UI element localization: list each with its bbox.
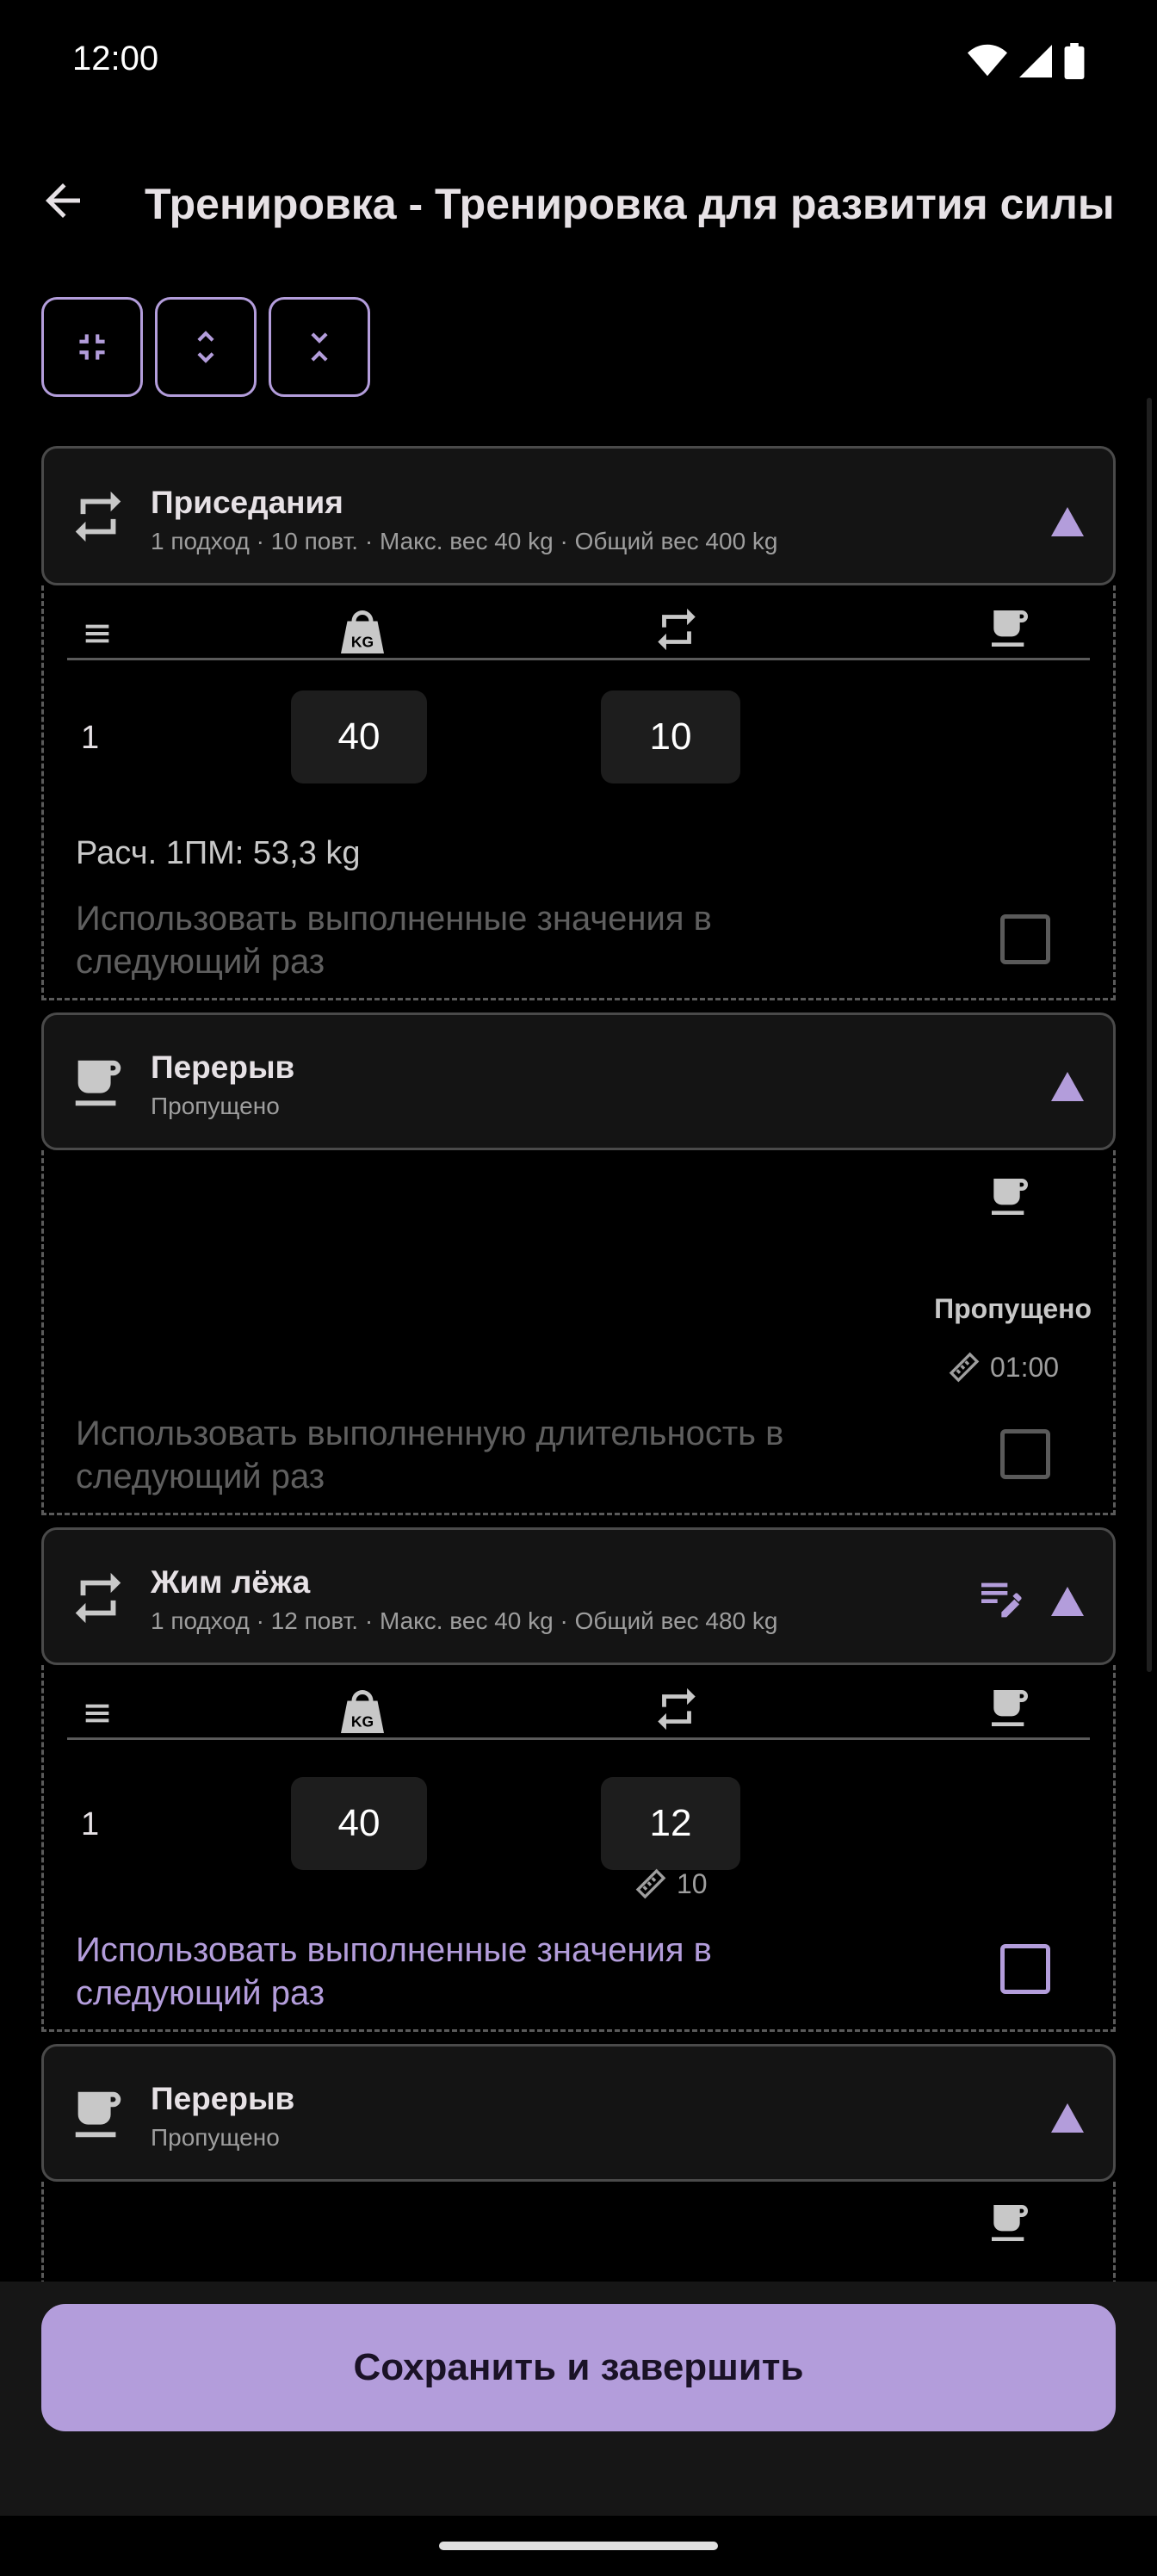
break-status: Пропущено (151, 2124, 280, 2151)
coffee-icon (992, 2205, 1028, 2241)
break-name: Перерыв (151, 2081, 295, 2116)
break-detail-status: Пропущено (934, 1293, 1092, 1324)
exercise-name: Жим лёжа (151, 1564, 311, 1600)
exercise-card-bench-press[interactable]: Жим лёжа 1 подход · 12 повт. · Макс. вес… (41, 1527, 1116, 1665)
weight-input[interactable]: 40 (291, 690, 427, 783)
unfold-less-icon (311, 332, 328, 362)
table-header-divider (67, 1737, 1090, 1740)
back-button[interactable] (26, 164, 100, 238)
exercise-summary: 1 подход · 12 повт. · Макс. вес 40 kg · … (151, 1607, 778, 1634)
ruler-icon (635, 1868, 666, 1899)
collapse-triangle-icon[interactable] (1051, 2103, 1084, 2133)
use-duration-checkbox[interactable] (1000, 1429, 1050, 1479)
signal-icon (1019, 45, 1052, 77)
arrow-back-icon (46, 183, 80, 218)
weight-kg-icon: KG (341, 610, 384, 653)
exercise-summary: 1 подход · 10 повт. · Макс. вес 40 kg · … (151, 528, 778, 554)
collapse-sections-button[interactable] (269, 297, 370, 397)
collapse-triangle-icon[interactable] (1051, 507, 1084, 536)
status-time: 12:00 (72, 40, 159, 77)
status-icons (968, 43, 1085, 79)
reps-input[interactable]: 12 (601, 1777, 740, 1870)
exercise-card-squat[interactable]: Приседания 1 подход · 10 повт. · Макс. в… (41, 446, 1116, 585)
use-values-checkbox[interactable] (1000, 914, 1050, 964)
table-header-divider (67, 658, 1090, 660)
coffee-icon (75, 1060, 121, 1106)
one-rm-estimate: Расч. 1ПМ: 53,3 kg (76, 835, 361, 871)
repeat-icon (75, 1572, 121, 1624)
list-icon (85, 624, 109, 643)
exercise-name: Приседания (151, 485, 343, 520)
weight-kg-icon: KG (341, 1690, 384, 1733)
use-values-label: Использовать выполненные значения в след… (76, 1931, 712, 2012)
collapse-triangle-icon[interactable] (1051, 1072, 1084, 1101)
unfold-more-icon (197, 331, 214, 363)
coffee-icon (992, 1690, 1028, 1726)
collapse-triangle-icon[interactable] (1051, 1587, 1084, 1616)
page-title: Тренировка - Тренировка для развития сил… (145, 180, 1115, 228)
set-number: 1 (81, 720, 100, 756)
use-duration-label: Использовать выполненную длительность в … (76, 1415, 784, 1495)
break-duration: 01:00 (990, 1352, 1060, 1383)
expand-all-button[interactable] (155, 297, 257, 397)
reps-input[interactable]: 10 (601, 690, 740, 783)
battery-icon (1064, 43, 1085, 79)
collapse-all-button[interactable] (41, 297, 143, 397)
svg-text:KG: KG (351, 1713, 374, 1731)
list-icon (85, 1704, 109, 1723)
use-values-checkbox[interactable] (1000, 1944, 1050, 1994)
use-values-label: Использовать выполненные значения в след… (76, 900, 712, 981)
svg-text:KG: KG (351, 634, 374, 651)
edit-note-icon[interactable] (975, 1573, 1024, 1621)
repeat-icon (658, 608, 696, 651)
break-card[interactable]: Перерыв Пропущено (41, 2044, 1116, 2182)
break-name: Перерыв (151, 1050, 295, 1085)
repeat-icon (658, 1687, 696, 1731)
break-card[interactable]: Перерыв Пропущено (41, 1012, 1116, 1150)
ruler-icon (949, 1352, 980, 1383)
wifi-icon (968, 44, 1007, 77)
save-and-finish-button[interactable]: Сохранить и завершить (41, 2304, 1116, 2431)
target-reps: 10 (677, 1868, 708, 1899)
coffee-icon (75, 2091, 121, 2138)
set-number: 1 (81, 1806, 100, 1842)
weight-input[interactable]: 40 (291, 1777, 427, 1870)
scrollbar[interactable] (1147, 398, 1152, 1672)
break-status: Пропущено (151, 1093, 280, 1119)
home-indicator[interactable] (439, 2542, 718, 2550)
collapse-all-icon (79, 334, 105, 360)
coffee-icon (992, 1179, 1028, 1215)
coffee-icon (992, 610, 1028, 647)
repeat-icon (75, 491, 121, 542)
